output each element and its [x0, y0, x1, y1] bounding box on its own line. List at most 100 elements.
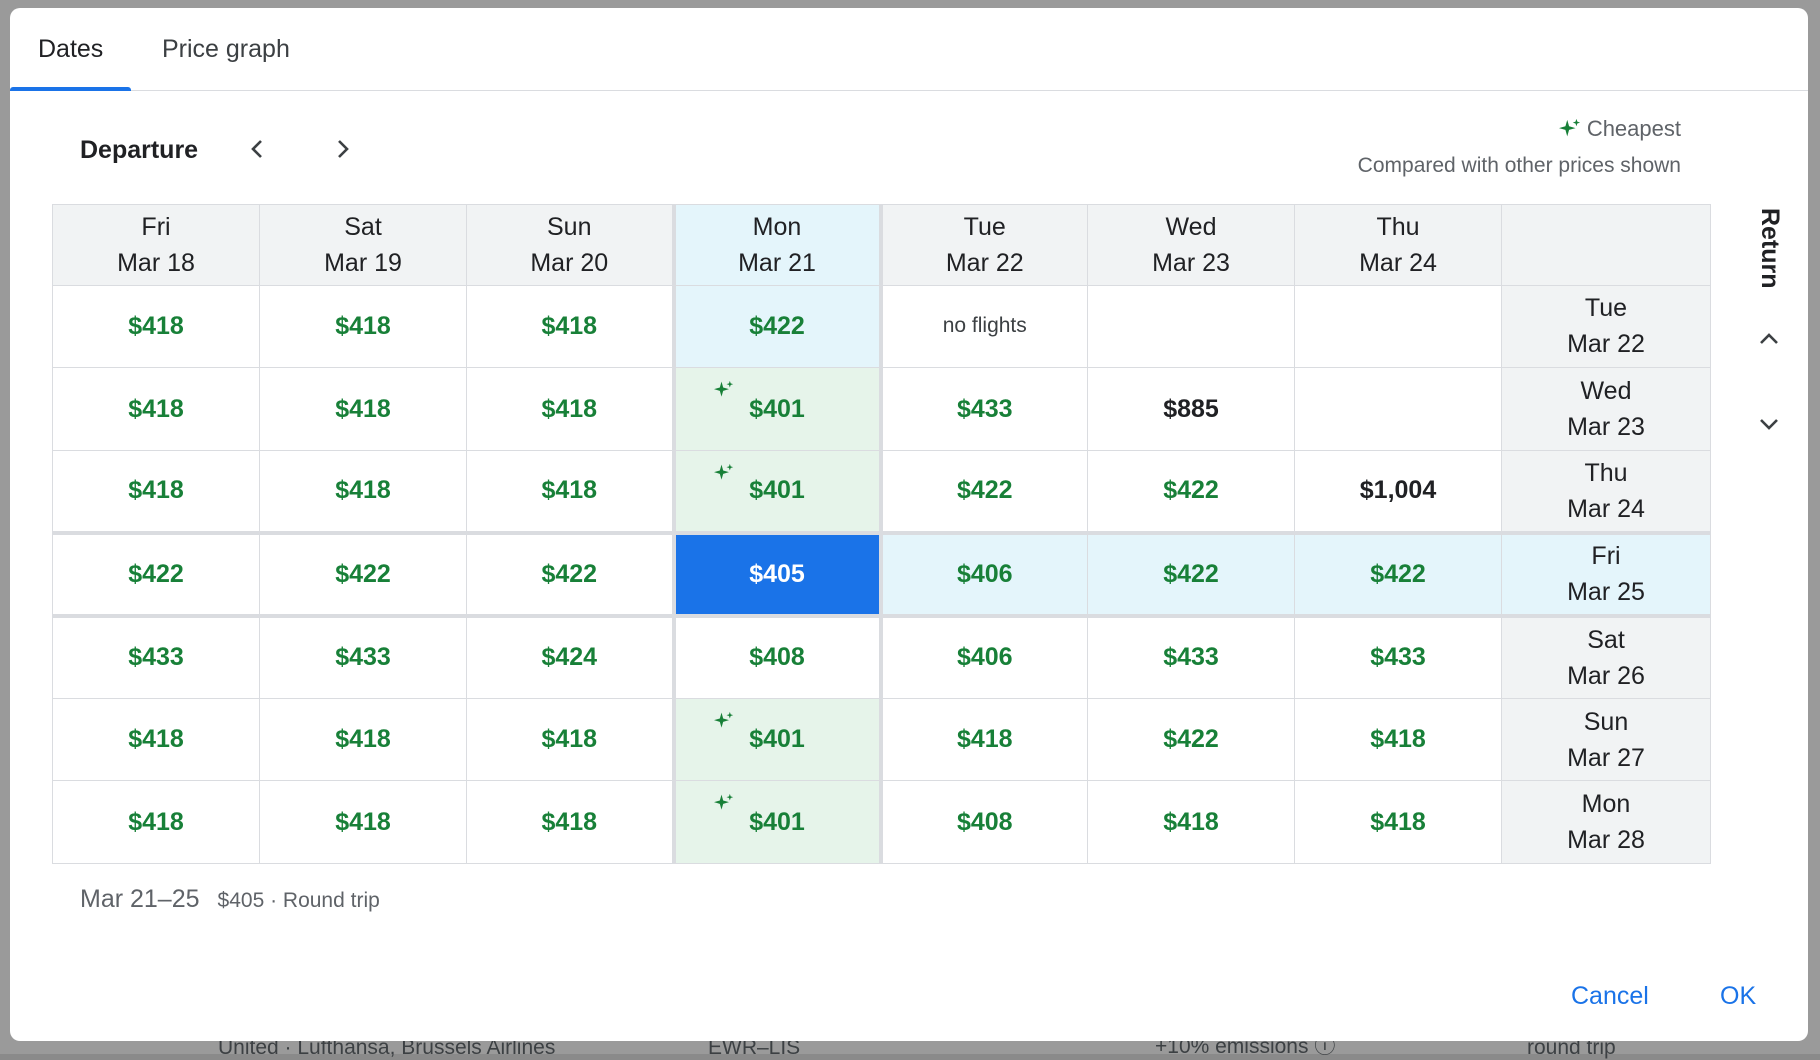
price-value: $422 [128, 559, 184, 588]
return-next-button[interactable] [1746, 401, 1792, 447]
chevron-left-icon [251, 140, 262, 158]
return-date-header: Sat Mar 26 [1501, 613, 1711, 699]
price-cell[interactable]: $422 [1087, 530, 1295, 617]
sparkle-icon [713, 380, 734, 405]
price-cell[interactable]: $418 [466, 449, 674, 534]
price-value: $433 [128, 643, 184, 672]
price-cell[interactable]: $418 [1087, 780, 1295, 864]
price-cell[interactable]: $418 [52, 284, 260, 369]
price-cell[interactable]: $418 [259, 697, 467, 782]
ok-button[interactable]: OK [1720, 982, 1756, 1011]
price-cell[interactable]: $885 [1087, 367, 1295, 451]
price-cell[interactable]: $422 [1087, 697, 1295, 782]
price-value: $422 [956, 476, 1013, 505]
price-value: $406 [956, 559, 1013, 588]
price-cell[interactable]: $1,004 [1294, 449, 1502, 534]
price-cell[interactable]: $418 [466, 780, 674, 864]
row-day: Sun [1583, 707, 1629, 736]
header-date: Mar 24 [1359, 248, 1437, 277]
price-cell[interactable]: $418 [259, 449, 467, 534]
return-prev-button[interactable] [1746, 316, 1792, 362]
return-date-header: Wed Mar 23 [1501, 367, 1711, 451]
price-cell[interactable]: $433 [259, 613, 467, 699]
header-date: Mar 22 [945, 248, 1024, 277]
summary-price: $405 · Round trip [217, 889, 380, 912]
return-label: Return [1756, 208, 1784, 289]
chevron-down-icon [1760, 419, 1778, 430]
price-cell[interactable]: $418 [52, 697, 260, 782]
sparkle-icon [713, 793, 734, 818]
price-value: $422 [1163, 476, 1219, 505]
price-cell[interactable]: $401 [671, 367, 881, 451]
row-day: Tue [1584, 294, 1628, 323]
header-date: Mar 21 [738, 248, 816, 277]
price-cell[interactable]: $424 [466, 613, 674, 699]
price-value: $422 [335, 559, 391, 588]
price-cell[interactable]: $433 [878, 367, 1088, 451]
price-cell[interactable]: $418 [52, 449, 260, 534]
row-date: Mar 24 [1567, 494, 1645, 523]
row-date: Mar 25 [1567, 578, 1645, 607]
price-cell[interactable]: $408 [878, 780, 1088, 864]
price-value: $418 [541, 725, 598, 754]
price-cell[interactable]: $422 [878, 449, 1088, 534]
price-cell[interactable]: $406 [878, 530, 1088, 617]
return-date-header: Tue Mar 22 [1501, 284, 1711, 369]
price-cell[interactable]: $418 [878, 697, 1088, 782]
tab-price-graph-label: Price graph [162, 35, 290, 63]
price-cell[interactable]: $418 [52, 780, 260, 864]
price-cell[interactable]: $418 [52, 367, 260, 451]
price-cell[interactable]: $418 [1294, 697, 1502, 782]
price-value: $401 [749, 725, 805, 754]
price-cell[interactable]: $422 [259, 530, 467, 617]
price-cell[interactable]: $418 [259, 284, 467, 369]
price-value: $422 [1163, 559, 1219, 588]
price-cell[interactable]: $422 [1294, 530, 1502, 617]
header-day: Wed [1165, 212, 1217, 241]
trip-summary: Mar 21–25 $405 · Round trip [80, 885, 380, 914]
price-cell[interactable]: $422 [1087, 449, 1295, 534]
price-cell[interactable]: $406 [878, 613, 1088, 699]
price-value: $418 [128, 725, 184, 754]
return-date-header: Mon Mar 28 [1501, 780, 1711, 864]
sparkle-icon [713, 463, 734, 488]
tab-dates[interactable]: Dates [10, 8, 132, 91]
price-cell[interactable]: $422 [466, 530, 674, 617]
return-date-header: Thu Mar 24 [1501, 449, 1711, 534]
departure-prev-button[interactable] [235, 126, 281, 172]
price-cell[interactable]: no flights [878, 284, 1088, 369]
departure-date-header: Tue Mar 22 [878, 204, 1088, 286]
price-cell[interactable]: $401 [671, 449, 881, 534]
departure-next-button[interactable] [319, 126, 365, 172]
no-flights-label: no flights [942, 314, 1027, 338]
price-cell [1294, 284, 1502, 369]
price-cell[interactable]: $418 [466, 284, 674, 369]
price-cell[interactable]: $408 [671, 613, 881, 699]
chevron-right-icon [338, 140, 349, 158]
price-value: $1,004 [1359, 476, 1437, 505]
header-day: Sun [547, 212, 592, 241]
price-cell[interactable]: $418 [259, 780, 467, 864]
price-cell[interactable]: $422 [52, 530, 260, 617]
price-value: $401 [749, 807, 805, 836]
cancel-button[interactable]: Cancel [1571, 982, 1649, 1011]
price-cell[interactable]: $422 [671, 284, 881, 369]
price-cell[interactable]: $401 [671, 697, 881, 782]
price-cell[interactable]: $433 [1087, 613, 1295, 699]
price-cell[interactable]: $418 [466, 697, 674, 782]
price-value: $422 [1163, 725, 1219, 754]
price-cell[interactable]: $418 [259, 367, 467, 451]
tab-price-graph[interactable]: Price graph [162, 8, 290, 90]
price-cell[interactable]: $418 [466, 367, 674, 451]
price-cell[interactable]: $433 [52, 613, 260, 699]
row-date: Mar 28 [1567, 826, 1645, 855]
price-value: $418 [1370, 725, 1426, 754]
price-cell[interactable]: $401 [671, 780, 881, 864]
row-date: Mar 27 [1567, 743, 1645, 772]
price-value: $406 [956, 643, 1013, 672]
price-cell[interactable]: $433 [1294, 613, 1502, 699]
price-cell[interactable]: $418 [1294, 780, 1502, 864]
price-cell[interactable]: $405 [671, 530, 881, 617]
return-date-header: Fri Mar 25 [1501, 530, 1711, 617]
price-value: $418 [956, 725, 1013, 754]
